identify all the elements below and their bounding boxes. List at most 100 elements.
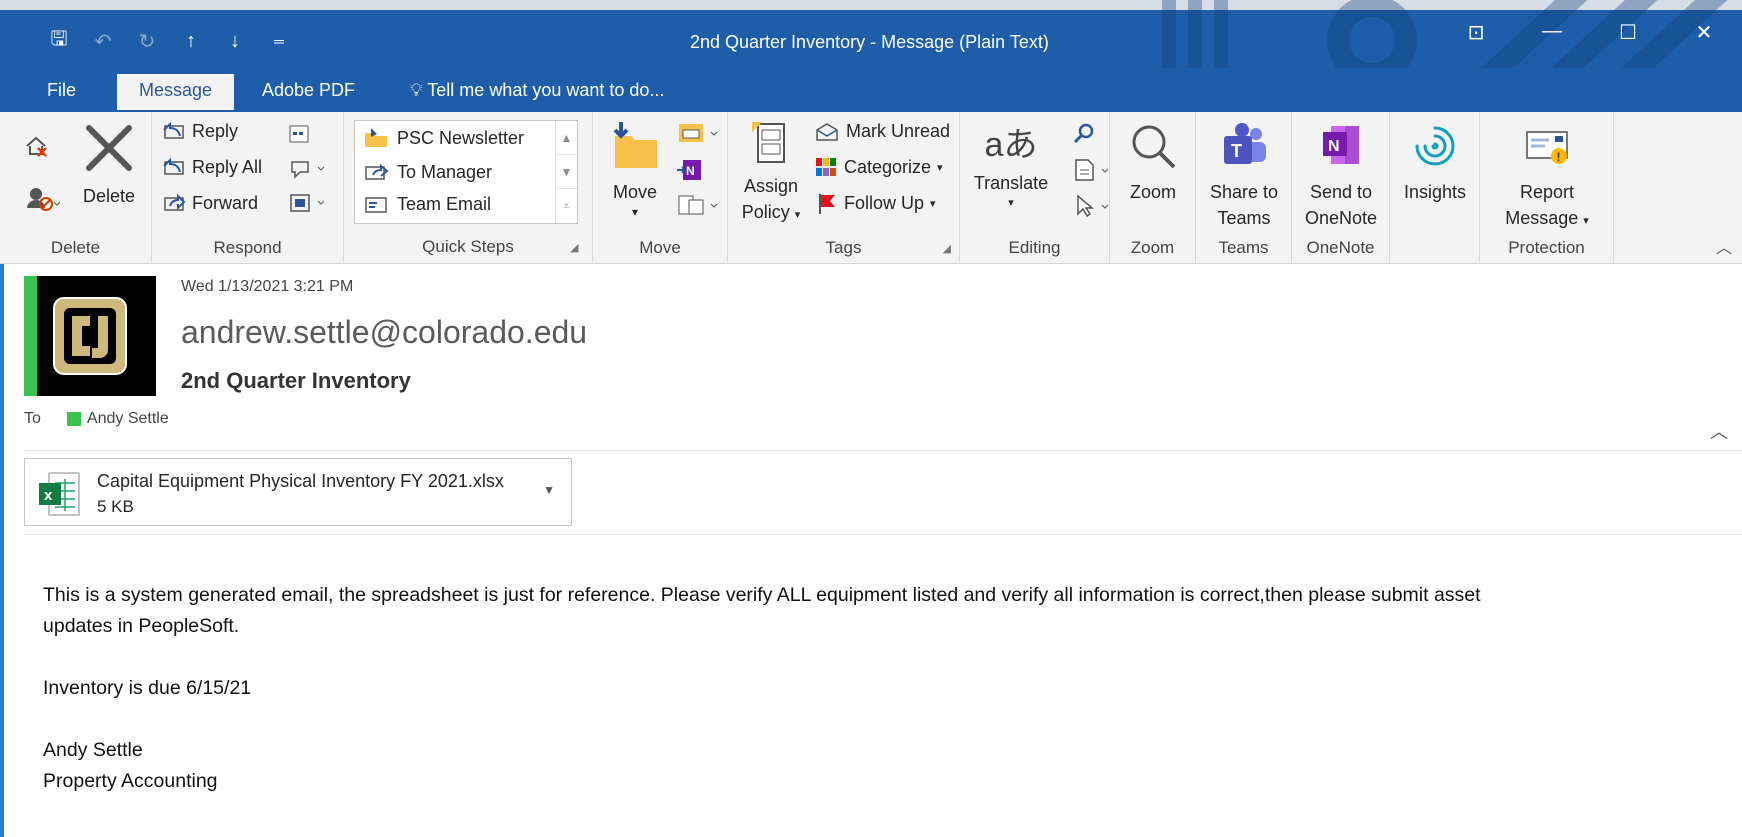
report-message-button[interactable]: ! Report Message ▾: [1494, 120, 1600, 234]
cu-logo-icon: [53, 297, 127, 375]
move-dropdown-icon: ▾: [631, 205, 639, 219]
quick-steps-scroll[interactable]: ▲ ▼ ⩡: [555, 121, 577, 223]
send-to-onenote-button[interactable]: N Send to OneNote: [1296, 120, 1386, 231]
group-respond-label: Respond: [213, 238, 282, 257]
svg-text:T: T: [1231, 141, 1242, 161]
im-reply-icon[interactable]: [288, 158, 328, 180]
insights-button[interactable]: Insights: [1394, 120, 1476, 205]
reply-all-button[interactable]: Reply All: [162, 156, 262, 178]
header-divider: [24, 450, 1742, 451]
save-icon[interactable]: 🖫: [48, 24, 70, 58]
group-editing-label: Editing: [1008, 238, 1061, 257]
body-paragraph: This is a system generated email, the sp…: [43, 580, 1703, 642]
window-title: 2nd Quarter Inventory - Message (Plain T…: [690, 32, 1049, 52]
recipient-presence-icon: [66, 412, 81, 426]
group-tags: Assign Policy ▾ Mark Unread Categorize ▾…: [728, 112, 960, 264]
quickstep-to-manager[interactable]: To Manager: [363, 161, 492, 183]
report-label: Report: [1519, 182, 1575, 202]
scroll-up-icon[interactable]: ▲: [556, 121, 577, 155]
select-icon[interactable]: [1072, 194, 1112, 218]
ribbon-display-options-icon[interactable]: ⊡: [1438, 20, 1514, 45]
follow-up-label: Follow Up: [844, 192, 925, 213]
customize-qat-icon[interactable]: ═: [268, 33, 290, 49]
scroll-down-icon[interactable]: ▼: [556, 155, 577, 189]
message-label: Message ▾: [1505, 208, 1589, 228]
tab-adobe-pdf[interactable]: Adobe PDF: [262, 80, 355, 101]
tab-message[interactable]: Message: [117, 74, 235, 110]
meeting-icon[interactable]: [288, 124, 312, 144]
move-label: Move: [612, 182, 657, 202]
related-icon[interactable]: [1072, 158, 1112, 182]
group-move: Move ▾ N Move: [592, 112, 728, 264]
quickstep-team-email[interactable]: Team Email: [363, 193, 491, 215]
forward-label: Forward: [192, 192, 259, 213]
teams-label: Teams: [1217, 208, 1271, 228]
tell-me-search[interactable]: 💡︎ Tell me what you want to do...: [410, 80, 664, 101]
follow-up-button[interactable]: Follow Up ▾: [814, 192, 936, 214]
categorize-button[interactable]: Categorize ▾: [814, 156, 943, 178]
assign-policy-button[interactable]: Assign Policy ▾: [734, 120, 808, 228]
group-protection: ! Report Message ▾ Protection: [1480, 112, 1614, 264]
translate-button[interactable]: aあ Translate ▾: [970, 120, 1052, 210]
tell-me-label: Tell me what you want to do...: [427, 80, 665, 100]
zoom-button[interactable]: Zoom: [1114, 120, 1192, 205]
onenote-small-icon[interactable]: N: [675, 156, 705, 184]
next-item-icon[interactable]: ↓: [224, 30, 246, 53]
forward-button[interactable]: Forward: [162, 192, 258, 214]
sender-address[interactable]: andrew.settle@colorado.edu: [181, 314, 587, 351]
group-quick-steps-label: Quick Steps: [422, 237, 514, 256]
ribbon-tabs: File Message Adobe PDF 💡︎ Tell me what y…: [0, 68, 1742, 112]
find-icon[interactable]: [1072, 122, 1096, 146]
maximize-icon[interactable]: ☐: [1590, 20, 1666, 45]
forward-mail-icon: [365, 163, 389, 180]
redo-icon[interactable]: ↻: [136, 29, 158, 54]
recipient-name[interactable]: Andy Settle: [87, 410, 169, 428]
forward-icon: [164, 193, 186, 211]
close-icon[interactable]: ✕: [1666, 20, 1742, 45]
tab-file[interactable]: File: [47, 80, 76, 101]
quickstep-label: Team Email: [397, 193, 492, 214]
undo-icon[interactable]: ↶: [92, 29, 114, 54]
quick-steps-launcher-icon[interactable]: ◢: [570, 241, 578, 254]
attachment-menu-icon[interactable]: ▼: [543, 483, 555, 497]
zoom-label: Zoom: [1129, 182, 1176, 202]
move-button[interactable]: Move ▾: [601, 120, 669, 219]
more-respond-icon[interactable]: [288, 192, 328, 214]
collapse-header-icon[interactable]: ︿: [1710, 418, 1728, 444]
move-folder-icon: [613, 122, 657, 168]
minimize-icon[interactable]: —: [1514, 20, 1590, 45]
reply-label: Reply: [192, 120, 239, 141]
categorize-dropdown-icon: ▾: [937, 161, 943, 174]
insights-label: Insights: [1403, 182, 1467, 202]
signature-name: Andy Settle: [43, 739, 143, 761]
collapse-ribbon-icon[interactable]: ︿: [1716, 234, 1732, 258]
group-zoom-label: Zoom: [1130, 238, 1175, 257]
actions-icon[interactable]: [675, 192, 721, 218]
reply-all-icon: [163, 157, 184, 175]
body-line: This is a system generated email, the sp…: [43, 584, 1481, 606]
junk-icon[interactable]: [24, 184, 60, 212]
group-protection-label: Protection: [1508, 238, 1585, 257]
ignore-icon[interactable]: [24, 134, 50, 158]
report-message-icon: !: [1526, 131, 1568, 164]
delete-button[interactable]: Delete: [72, 120, 146, 209]
excel-file-icon: x: [39, 472, 80, 516]
group-delete-label: Delete: [50, 238, 101, 257]
share-to-teams-button[interactable]: T Share to Teams: [1200, 120, 1288, 231]
ribbon: Delete Delete Reply Reply All Forward Re…: [0, 112, 1742, 264]
quick-steps-gallery: PSC Newsletter To Manager Team Email ▲ ▼…: [354, 120, 578, 224]
group-move-label: Move: [639, 238, 681, 257]
previous-item-icon[interactable]: ↑: [180, 30, 202, 53]
quickstep-psc-newsletter[interactable]: PSC Newsletter: [363, 127, 524, 149]
policy-label: Policy ▾: [741, 202, 801, 222]
sender-avatar: [24, 276, 156, 396]
delete-label: Delete: [82, 186, 136, 206]
reply-button[interactable]: Reply: [162, 120, 238, 142]
attachment-card[interactable]: x Capital Equipment Physical Inventory F…: [24, 458, 572, 526]
rules-icon[interactable]: [675, 120, 721, 146]
expand-gallery-icon[interactable]: ⩡: [556, 189, 577, 223]
mark-unread-button[interactable]: Mark Unread: [814, 120, 950, 142]
body-line: updates in PeopleSoft.: [43, 615, 240, 637]
magnifier-icon: [1132, 125, 1176, 169]
delete-x-icon: [86, 125, 132, 171]
